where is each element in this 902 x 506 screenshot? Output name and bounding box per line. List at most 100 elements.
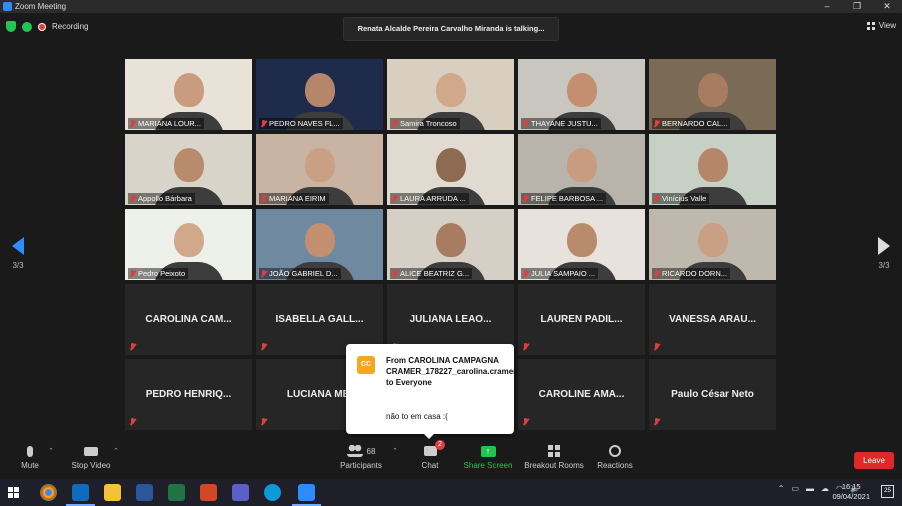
meeting-toolbar: Mute ⌃ Stop Video ⌃ 68 Participants ⌃ 2 … xyxy=(0,439,902,479)
microphone-icon xyxy=(27,445,33,457)
mic-muted-icon xyxy=(260,343,267,351)
participant-name-tag: PEDRO NAVES FL... xyxy=(259,118,343,129)
participant-name: JULIA SAMPAIO ... xyxy=(531,269,596,278)
participant-tile[interactable]: THAYANE JUSTU... xyxy=(518,59,645,130)
video-options-caret-icon[interactable]: ⌃ xyxy=(113,447,119,455)
zoom-taskbar-icon[interactable] xyxy=(292,484,321,506)
connection-icon[interactable] xyxy=(22,21,32,32)
taskbar-clock[interactable]: 16:15 09/04/2021 xyxy=(832,482,870,502)
breakout-rooms-button[interactable]: Breakout Rooms xyxy=(524,443,584,470)
participant-name: RICARDO DORN... xyxy=(662,269,728,278)
reactions-label: Reactions xyxy=(597,461,633,470)
participant-tile[interactable]: ALICE BEATRIZ G... xyxy=(387,209,514,280)
breakout-rooms-icon xyxy=(548,445,560,457)
mic-muted-icon xyxy=(129,269,136,278)
participant-name-tag: MARIANA LOUR... xyxy=(128,118,204,129)
word-icon[interactable] xyxy=(136,484,153,501)
participant-tile[interactable]: Appollo Bárbara xyxy=(125,134,252,205)
mic-muted-icon xyxy=(653,194,660,203)
security-shield-icon[interactable] xyxy=(6,21,16,32)
reactions-button[interactable]: Reactions xyxy=(596,443,634,470)
window-title: Zoom Meeting xyxy=(15,2,67,11)
tablet-icon[interactable]: ▭ xyxy=(791,484,799,493)
participant-name-tag: Vinícius Valle xyxy=(652,193,710,204)
leave-button[interactable]: Leave xyxy=(854,452,894,469)
window-controls: – ❐ ✕ xyxy=(812,0,902,13)
participant-name: Vinícius Valle xyxy=(662,194,707,203)
mic-muted-icon xyxy=(653,343,660,351)
battery-icon[interactable]: ▬ xyxy=(806,484,814,493)
participant-tile[interactable]: BERNARDO CAL... xyxy=(649,59,776,130)
teams-icon[interactable] xyxy=(232,484,249,501)
participants-button[interactable]: 68 Participants xyxy=(338,443,384,470)
next-page-button[interactable]: 3/3 xyxy=(874,237,894,270)
meeting-status: Recording xyxy=(6,21,88,32)
participant-tile[interactable]: LAUREN PADIL... xyxy=(518,284,645,355)
excel-icon[interactable] xyxy=(168,484,185,501)
chat-button[interactable]: 2 Chat xyxy=(418,440,445,470)
chat-label: Chat xyxy=(421,461,439,470)
windows-start-icon[interactable] xyxy=(8,487,19,498)
restore-button[interactable]: ❐ xyxy=(842,0,872,13)
minimize-button[interactable]: – xyxy=(812,0,842,13)
mic-muted-icon xyxy=(653,119,660,128)
participant-tile[interactable]: LAURA ARRUDA ... xyxy=(387,134,514,205)
participant-tile[interactable]: Samira Troncoso xyxy=(387,59,514,130)
participant-video xyxy=(697,148,728,182)
participant-tile[interactable]: Paulo César Neto xyxy=(649,359,776,430)
participant-name: BERNARDO CAL... xyxy=(662,119,728,128)
participant-video xyxy=(435,73,466,107)
cloud-icon[interactable]: ☁ xyxy=(821,484,829,493)
outlook-icon[interactable] xyxy=(66,484,95,506)
edge-icon[interactable] xyxy=(264,484,281,501)
recording-icon xyxy=(38,22,46,31)
mute-label: Mute xyxy=(21,461,39,470)
participant-tile[interactable]: VANESSA ARAU... xyxy=(649,284,776,355)
participant-name: MARIANA EIRIM xyxy=(269,194,326,203)
chevron-up-icon[interactable]: ⌃ xyxy=(778,484,785,493)
windows-taskbar: ⌃ ▭ ▬ ☁ ◠ 🔈 16:15 09/04/2021 25 xyxy=(0,479,902,506)
chat-sender: From CAROLINA CAMPAGNA CRAMER_178227_car… xyxy=(386,356,517,387)
participant-tile[interactable]: MARIANA LOUR... xyxy=(125,59,252,130)
mute-button[interactable]: Mute xyxy=(18,443,42,470)
chat-notification[interactable]: CC From CAROLINA CAMPAGNA CRAMER_178227_… xyxy=(346,344,517,439)
participant-video xyxy=(566,223,597,257)
participant-tile[interactable]: JULIA SAMPAIO ... xyxy=(518,209,645,280)
chrome-icon[interactable] xyxy=(40,484,57,501)
share-screen-button[interactable]: ↑ Share Screen xyxy=(462,443,514,470)
mic-muted-icon xyxy=(522,343,529,351)
file-explorer-icon[interactable] xyxy=(104,484,121,501)
previous-page-button[interactable]: 3/3 xyxy=(8,237,28,270)
page-indicator-left: 3/3 xyxy=(12,261,24,270)
mic-muted-icon xyxy=(260,269,267,278)
participant-tile[interactable]: JOÃO GABRIEL D... xyxy=(256,209,383,280)
notification-center-icon[interactable]: 25 xyxy=(881,485,894,498)
participants-label: Participants xyxy=(340,461,382,470)
participant-tile[interactable]: Vinícius Valle xyxy=(649,134,776,205)
close-button[interactable]: ✕ xyxy=(872,0,902,13)
participant-tile[interactable]: CAROLINA CAM... xyxy=(125,284,252,355)
mic-muted-icon xyxy=(260,119,267,128)
participant-name-tag: LAURA ARRUDA ... xyxy=(390,193,469,204)
participant-tile[interactable]: MARIANA EIRIM xyxy=(256,134,383,205)
powerpoint-icon[interactable] xyxy=(200,484,217,501)
participant-tile[interactable]: CAROLINE AMA... xyxy=(518,359,645,430)
clock-time: 16:15 xyxy=(841,482,861,491)
participant-tile[interactable]: PEDRO HENRIQ... xyxy=(125,359,252,430)
participant-name: Paulo César Neto xyxy=(671,389,754,400)
participants-options-caret-icon[interactable]: ⌃ xyxy=(392,447,398,455)
participant-tile[interactable]: RICARDO DORN... xyxy=(649,209,776,280)
mic-muted-icon xyxy=(653,269,660,278)
audio-options-caret-icon[interactable]: ⌃ xyxy=(48,447,54,455)
participant-tile[interactable]: Pedro Peixoto xyxy=(125,209,252,280)
breakout-rooms-label: Breakout Rooms xyxy=(524,461,584,470)
view-button[interactable]: View xyxy=(866,21,896,30)
participant-name-tag: MARIANA EIRIM xyxy=(259,193,329,204)
participant-video xyxy=(304,223,335,257)
participant-tile[interactable]: PEDRO NAVES FL... xyxy=(256,59,383,130)
participant-tile[interactable]: FELIPE BARBOSA ... xyxy=(518,134,645,205)
stop-video-button[interactable]: Stop Video xyxy=(68,443,114,470)
mic-muted-icon xyxy=(129,343,136,351)
participant-name: MARIANA LOUR... xyxy=(138,119,201,128)
video-camera-icon xyxy=(84,446,98,456)
